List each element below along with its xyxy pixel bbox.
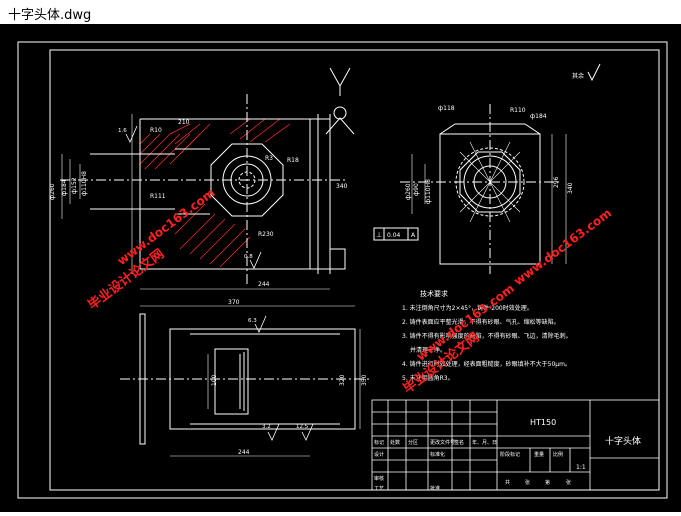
drawing-label: 审核 — [374, 475, 384, 482]
dim-side-8: 296 — [553, 176, 560, 188]
dim-bottom-2: 244 — [238, 449, 250, 456]
dim-front-r-1: R111 — [150, 193, 166, 200]
dim-side-2: R110 — [510, 107, 526, 114]
dim-front-dia-2: ф184 — [61, 179, 68, 196]
drawing-label: 年、月、日 — [472, 439, 497, 446]
gdt-datum: A — [411, 232, 416, 239]
roughness-1: 6.3 — [248, 318, 257, 324]
drawing-label: 更改文件号 — [430, 439, 455, 446]
dim-front-r-4: R230 — [258, 231, 274, 238]
roughness-5: 0.8 — [244, 254, 253, 260]
drawing-stroke — [239, 352, 245, 411]
drawing-label: 设计 — [374, 451, 384, 458]
drawing-stroke — [140, 118, 331, 270]
roughness-4: 1.6 — [118, 128, 127, 134]
drawing-stroke — [90, 153, 175, 210]
dim-front-r-2: R3 — [265, 155, 273, 162]
dim-side-5: ф184 — [530, 113, 547, 120]
drawing-border — [17, 41, 668, 499]
roughness-2: 3.2 — [262, 424, 271, 430]
drawing-label: 签名 — [454, 439, 464, 446]
drawing-label: 标记 — [374, 439, 384, 446]
dim-side-3: ф110H8 — [425, 179, 432, 204]
part-name-label: 十字头体 — [605, 435, 641, 447]
notes-heading: 技术要求 — [420, 289, 448, 298]
dim-side-4: ф90 — [413, 183, 420, 196]
dim-bottom-4: 320 — [339, 374, 346, 386]
drawing-stroke — [330, 248, 346, 270]
dim-front-dia-4: ф110H8 — [81, 171, 88, 196]
window-title-bar: 十字头体.dwg — [0, 0, 681, 25]
dim-front-len-1: 244 — [258, 281, 270, 288]
dim-front-dia-3: ф152 — [71, 177, 78, 194]
watermark-1: 毕业设计论文网 www.doc163.com — [85, 186, 218, 314]
drawing-stroke — [214, 348, 249, 415]
note-3: 3. 铸件不得有影响强度的缺陷，不得有砂眼、飞边，清除毛刺。 — [402, 332, 572, 340]
roughness-other-label: 其余 — [572, 72, 584, 80]
drawing-stroke — [125, 125, 138, 143]
title-block-labels: 标记 处数 分区 更改文件号 签名 年、月、日 设计 标准化 审核 工艺 批准 … — [374, 439, 571, 492]
drawing-label: 分区 — [408, 439, 418, 446]
scale-label: 1:1 — [576, 464, 586, 471]
drawing-label: 批准 — [430, 485, 440, 492]
drawing-label: 重量 — [534, 451, 544, 458]
drawing-label: 比例 — [553, 451, 563, 458]
material-label: HT150 — [530, 418, 556, 427]
dim-front-len-3: 210 — [178, 119, 190, 126]
drawing-label: 工艺 — [374, 486, 384, 492]
drawing-stroke — [139, 133, 201, 170]
drawing-stroke — [309, 114, 331, 274]
drawing-label: 标准化 — [430, 451, 445, 458]
drawing-label: 共 — [505, 479, 510, 486]
cad-drawing[interactable]: 其余 ф260 ф184 ф152 ф110H8 R111 R3 R18 R23… — [0, 24, 681, 512]
gdt-symbol: ⊥ — [376, 231, 382, 239]
cad-viewport[interactable]: 其余 ф260 ф184 ф152 ф110H8 R111 R3 R18 R23… — [0, 24, 681, 512]
drawing-label: 张 — [525, 479, 530, 486]
dim-bottom-3: 100 — [211, 374, 218, 386]
dim-side-6: ф260 — [405, 183, 412, 200]
dim-bottom-1: 370 — [228, 299, 240, 306]
dim-front-r-5: R10 — [150, 127, 162, 134]
roughness-3: 12.5 — [296, 424, 309, 430]
drawing-stroke — [587, 63, 601, 82]
dim-front-dia-1: ф260 — [49, 183, 56, 200]
dim-front-r-3: R18 — [287, 157, 299, 164]
note-1: 1. 未注倒角尺寸为2×45°，铸件-200时效处理。 — [402, 304, 533, 312]
drawing-stroke — [333, 106, 347, 120]
drawing-label: 阶段标记 — [500, 451, 520, 458]
dim-front-len-2: 340 — [336, 183, 348, 190]
roughness-other-symbol — [587, 63, 601, 82]
gdt-tolerance: 0.04 — [387, 232, 401, 239]
drawing-label: 处数 — [390, 439, 400, 446]
dim-side-1: ф118 — [438, 105, 455, 112]
watermark-2: www.doc163.com — [511, 206, 614, 288]
roughness-marks — [125, 125, 314, 441]
drawing-label: www.doc163.com — [511, 206, 614, 288]
drawing-stroke — [229, 118, 291, 143]
bottom-view — [120, 305, 370, 457]
dim-bottom-5: 350 — [361, 374, 368, 386]
drawing-label: 第 — [545, 479, 550, 486]
drawing-stroke — [329, 67, 351, 96]
window-title: 十字头体.dwg — [8, 8, 92, 23]
drawing-label: 张 — [566, 479, 571, 486]
dim-side-7: 340 — [567, 182, 574, 194]
